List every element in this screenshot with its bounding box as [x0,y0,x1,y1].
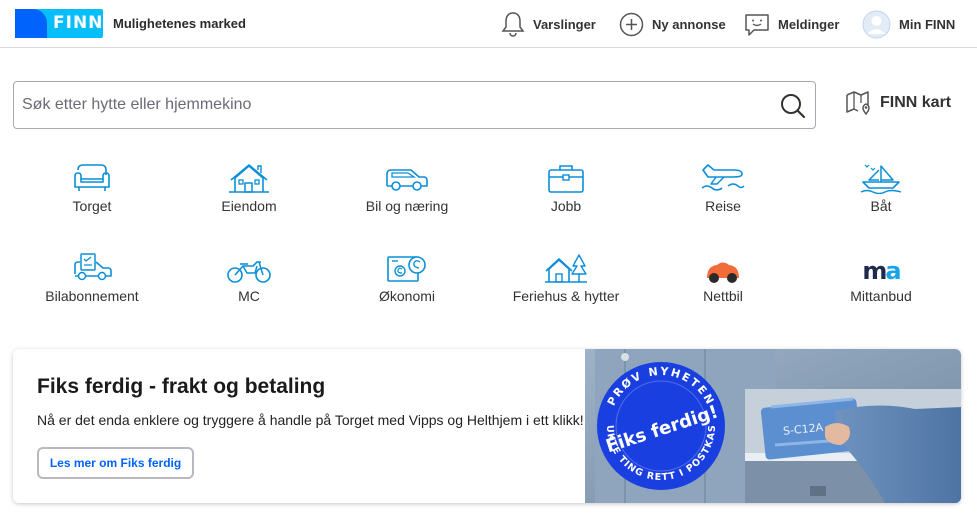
search-input[interactable] [22,90,762,120]
top-navigation-bar: FINN Mulighetenes marked Varslinger Ny a… [0,0,977,48]
read-more-button[interactable]: Les mer om Fiks ferdig [37,447,194,479]
category-label: Nettbil [703,288,743,304]
nav-my-finn[interactable]: Min FINN [862,9,955,39]
category-torget[interactable]: Torget [17,160,167,214]
finn-kart-label: FINN kart [880,94,952,111]
map-pin-icon [846,91,870,115]
boat-icon [860,164,902,194]
nettbil-logo-icon [707,262,739,283]
sofa-icon [74,164,110,191]
promo-card: Fiks ferdig - frakt og betaling Nå er de… [13,349,961,503]
nav-messages[interactable]: Meldinger [744,9,839,39]
briefcase-icon [548,165,584,193]
chat-icon [745,13,769,36]
category-label: MC [238,288,260,304]
nav-notifications-label: Varslinger [533,16,596,32]
footer-fragment [66,526,74,532]
category-bil[interactable]: Bil og næring [332,160,482,214]
promo-text: Nå er det enda enklere og tryggere å han… [37,412,584,428]
category-label: Bilabonnement [45,288,139,304]
category-label: Mittanbud [850,288,912,304]
category-reise[interactable]: Reise [648,160,798,214]
mittanbud-logo-icon: ma [862,257,901,285]
cabin-icon [545,254,587,283]
finn-logo[interactable]: FINN [15,9,103,38]
plane-icon [701,164,745,191]
category-label: Torget [72,198,112,214]
category-mc[interactable]: MC [174,250,324,304]
car-subscription-icon [74,253,112,281]
promo-title: Fiks ferdig - frakt og betaling [37,375,326,398]
coins-icon [387,256,426,282]
nav-new-ad-label: Ny annonse [652,16,726,32]
bell-icon [501,12,525,37]
category-feriehus[interactable]: Feriehus & hytter [491,250,641,304]
nav-notifications[interactable]: Varslinger [501,9,596,39]
category-bilabonnement[interactable]: Bilabonnement [17,250,167,304]
tagline: Mulighetenes marked [113,16,246,31]
car-icon [386,169,428,191]
finn-kart-link[interactable]: FINN kart [846,91,951,115]
nav-my-finn-label: Min FINN [899,16,956,32]
plus-circle-icon [619,12,644,36]
category-jobb[interactable]: Jobb [491,160,641,214]
nav-messages-label: Meldinger [778,16,840,32]
category-label: Båt [870,198,892,214]
house-icon [229,164,269,193]
category-label: Jobb [550,198,582,214]
category-baat[interactable]: Båt [806,160,956,214]
category-label: Økonomi [378,288,436,304]
category-mittanbud[interactable]: ma Mittanbud [806,250,956,304]
category-label: Reise [705,198,741,214]
search-box [13,81,816,129]
search-icon[interactable] [779,92,807,120]
motorcycle-icon [227,261,271,283]
logo-text: FINN [53,13,104,33]
category-label: Bil og næring [365,198,449,214]
category-nettbil[interactable]: Nettbil [648,250,798,304]
nav-new-ad[interactable]: Ny annonse [619,9,726,39]
avatar-icon [862,10,891,38]
category-eiendom[interactable]: Eiendom [174,160,324,214]
category-label: Eiendom [221,198,277,214]
category-okonomi[interactable]: Økonomi [332,250,482,304]
category-label: Feriehus & hytter [512,288,620,304]
promo-image: S-C12A PRØV NYHETEN BRUKTE TING RETT I P… [585,349,961,503]
